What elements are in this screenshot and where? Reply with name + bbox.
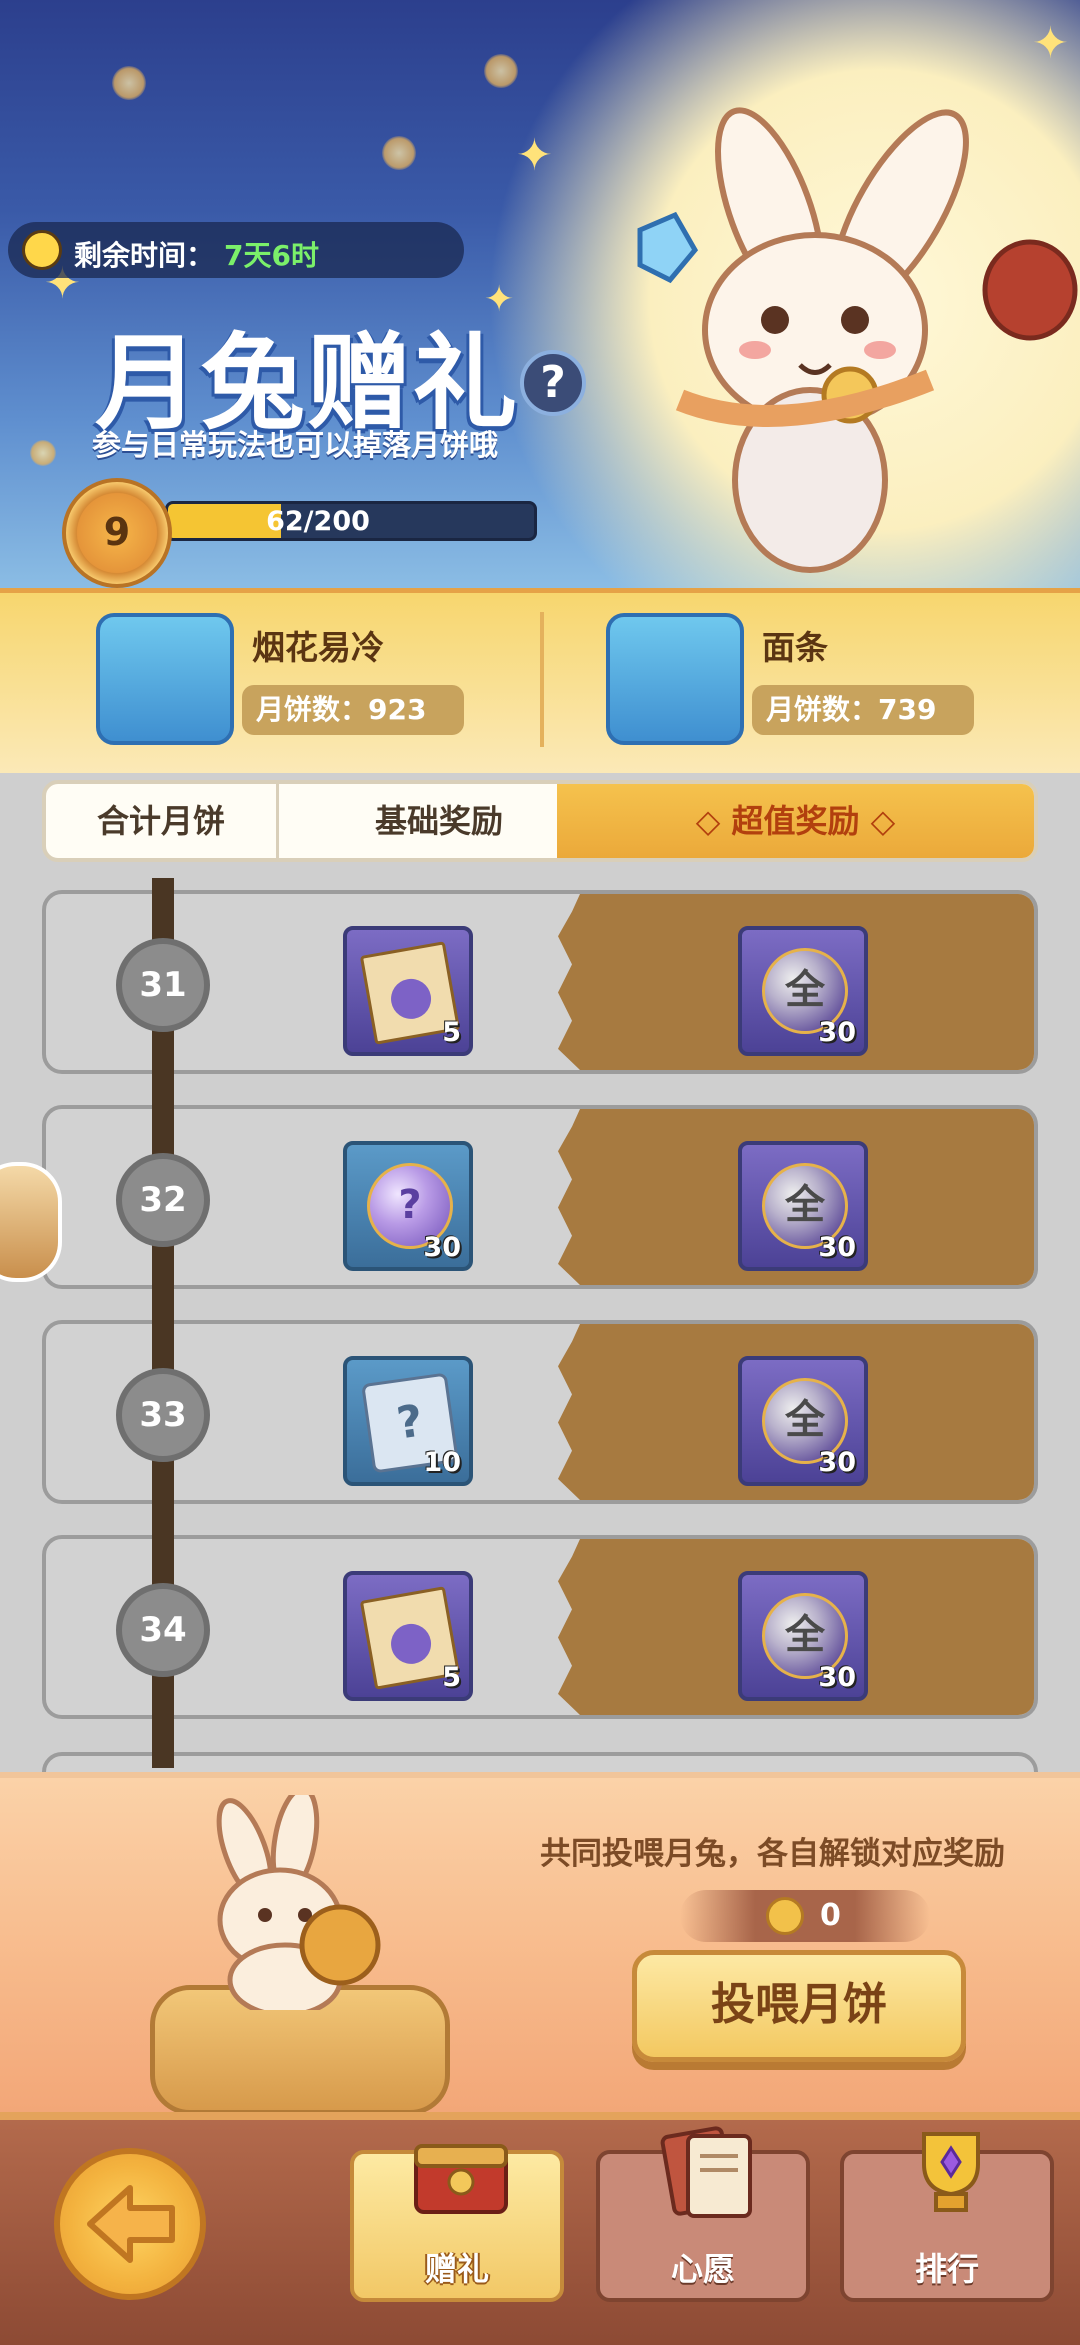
mooncake-balance-pill <box>680 1890 930 1942</box>
mooncake-balance: 0 <box>820 1898 841 1933</box>
timer-value: 7天6时 <box>224 239 319 272</box>
leader-name: 烟花易冷 <box>252 628 384 667</box>
trophy-icon <box>922 2132 980 2212</box>
reward-quantity: 30 <box>818 1232 856 1263</box>
remaining-time-bar: 剩余时间： 7天6时 <box>8 222 464 278</box>
reward-quantity: 30 <box>818 1447 856 1478</box>
sparkle-icon: ✦ <box>516 130 553 181</box>
timer-label: 剩余时间： <box>74 239 215 272</box>
wish-cards-icon <box>660 2126 752 2218</box>
nav-tab-rank[interactable]: 排行 <box>840 2132 1054 2302</box>
reward-quantity: 5 <box>442 1017 461 1048</box>
help-button[interactable]: ? <box>520 350 586 416</box>
reward-tabs: 合计月饼 基础奖励 ◇ 超值奖励 ◇ <box>42 780 1038 862</box>
nav-label-gift: 赠礼 <box>424 2250 489 2288</box>
sparkle-icon: ✦ <box>1032 18 1069 69</box>
feed-description: 共同投喂月兔，各自解锁对应奖励 <box>540 1836 1005 1872</box>
reward-item-basic[interactable]: 5 <box>343 926 473 1056</box>
row-level-medal: 32 <box>116 1153 210 1247</box>
row-level-medal: 31 <box>116 938 210 1032</box>
row-level-medal: 34 <box>116 1583 210 1677</box>
nav-label-wish: 心愿 <box>670 2250 735 2288</box>
tab-premium-rewards[interactable]: ◇ 超值奖励 ◇ <box>557 784 1034 858</box>
moon-rabbit-illustration <box>637 107 1078 573</box>
mooncake-coin-icon <box>766 1897 804 1935</box>
reward-quantity: 5 <box>442 1662 461 1693</box>
reward-item-premium[interactable]: 全 30 <box>738 1141 868 1271</box>
lantern-decoration <box>382 136 416 170</box>
leader-name: 面条 <box>762 628 828 667</box>
reward-item-premium[interactable]: 全 30 <box>738 926 868 1056</box>
arrow-left-icon <box>87 2185 175 2263</box>
level-badge: 9 <box>62 478 172 588</box>
clock-icon <box>22 230 62 270</box>
lantern-decoration <box>30 440 56 466</box>
feed-mooncake-button[interactable]: 投喂月饼 <box>632 1950 966 2062</box>
leader-score: 月饼数：923 <box>242 685 464 735</box>
leader-divider <box>540 612 544 747</box>
reward-item-premium[interactable]: 全 30 <box>738 1571 868 1701</box>
rabbit-with-mooncake-illustration <box>216 1795 381 2010</box>
level-progress-text: 62/200 <box>266 506 370 537</box>
reward-item-basic[interactable]: 5 <box>343 1571 473 1701</box>
leader-avatar[interactable] <box>96 613 234 745</box>
reward-item-basic[interactable]: ? 10 <box>343 1356 473 1486</box>
leader-avatar[interactable] <box>606 613 744 745</box>
lantern-decoration <box>112 66 146 100</box>
page-subtitle: 参与日常玩法也可以掉落月饼哦 <box>92 428 499 462</box>
row-level-medal: 33 <box>116 1368 210 1462</box>
nav-label-rank: 排行 <box>914 2250 979 2288</box>
reward-item-basic[interactable]: ? 30 <box>343 1141 473 1271</box>
reward-item-premium[interactable]: 全 30 <box>738 1356 868 1486</box>
nav-tab-wish[interactable]: 心愿 <box>596 2126 810 2302</box>
nav-tab-gift[interactable]: 赠礼 <box>350 2144 564 2302</box>
reward-quantity: 30 <box>818 1017 856 1048</box>
current-progress-avatar <box>0 1162 62 1282</box>
tab-total-mooncakes[interactable]: 合计月饼 <box>46 784 279 858</box>
back-button[interactable] <box>54 2148 206 2300</box>
lantern-decoration <box>484 54 518 88</box>
reward-quantity: 30 <box>423 1232 461 1263</box>
event-header: ✦ ✦ ✦ ✦ 剩余时间： 7天6时 月兔赠礼 ? 参与日常玩法也可以掉落月饼哦… <box>0 0 1080 600</box>
leader-score: 月饼数：739 <box>752 685 974 735</box>
reward-quantity: 30 <box>818 1662 856 1693</box>
tab-basic-rewards[interactable]: 基础奖励 <box>279 784 599 858</box>
reward-quantity: 10 <box>423 1447 461 1478</box>
treasure-chest-icon <box>414 2144 508 2214</box>
